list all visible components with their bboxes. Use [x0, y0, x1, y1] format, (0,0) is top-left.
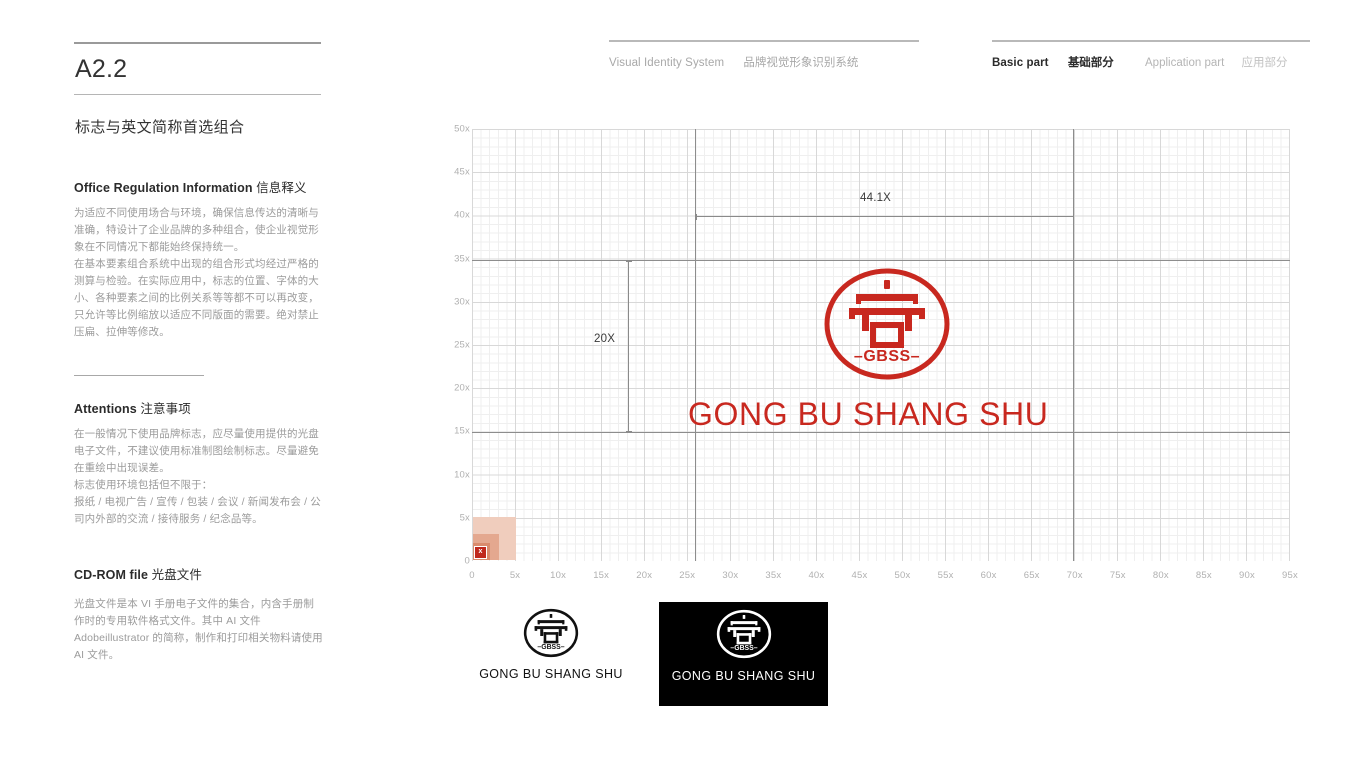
section-heading-en: Attentions — [74, 402, 137, 416]
mono-black-lockup: –GBSS– GONG BU SHANG SHU — [478, 608, 624, 681]
header-rule — [609, 40, 919, 42]
section-divider — [74, 374, 204, 376]
header-part-basic-cn: 基础部分 — [1067, 57, 1114, 69]
header-system-cn: 品牌视觉形象识别系统 — [743, 57, 859, 69]
dimension-line-vertical — [625, 260, 632, 432]
y-axis-tick: 10x — [454, 469, 470, 481]
x-axis-tick: 55x — [937, 570, 954, 581]
x-axis-tick: 45x — [851, 570, 868, 581]
reference-line-h-35x — [472, 260, 1290, 262]
x-axis-tick: 70x — [1066, 570, 1083, 581]
paragraph: 报纸 / 电视广告 / 宣传 / 包装 / 会议 / 新闻发布会 / 公司内外部… — [74, 496, 321, 525]
unit-swatch-label: x — [478, 548, 483, 555]
section-attentions: Attentions 注意事项 在一般情况下使用品牌标志，应尽量使用提供的光盘电… — [74, 374, 324, 529]
y-axis-tick: 45x — [454, 166, 470, 178]
dimension-label-vertical: 20X — [594, 333, 616, 345]
section-heading-en: Office Regulation Information — [74, 180, 253, 195]
reference-line-v-25x — [695, 129, 697, 561]
logo-mark-red-icon: –GBSS– — [824, 268, 950, 380]
paragraph: 为适应不同使用场合与环境，确保信息传达的清晰与准确，特设计了企业品牌的多种组合，… — [74, 206, 319, 253]
y-axis-tick: 25x — [454, 339, 470, 351]
x-axis-tick: 15x — [593, 570, 610, 581]
y-axis-tick: 15x — [454, 425, 470, 437]
section-heading-en: CD-ROM file — [74, 568, 149, 582]
x-axis-tick: 30x — [722, 570, 739, 581]
section-cdrom-file: CD-ROM file 光盘文件 光盘文件是本 VI 手册电子文件的集合，内含手… — [74, 564, 324, 664]
section-body: 光盘文件是本 VI 手册电子文件的集合，内含手册制作时的专用软件格式文件。其中 … — [74, 596, 324, 664]
reference-line-v-70x — [1073, 129, 1075, 561]
x-axis-tick: 90x — [1238, 570, 1255, 581]
x-axis-tick: 35x — [765, 570, 782, 581]
x-axis-tick: 40x — [808, 570, 825, 581]
header-group-parts: Basic part 基础部分 Application part 应用部分 — [992, 40, 1310, 70]
paragraph: 光盘文件是本 VI 手册电子文件的集合，内含手册制作时的专用软件格式文件。其中 … — [74, 598, 323, 661]
x-axis-tick: 85x — [1195, 570, 1212, 581]
page-subtitle: 标志与英文简称首选组合 — [75, 118, 245, 136]
page-code: A2.2 — [75, 55, 128, 83]
section-heading-cn: 注意事项 — [140, 402, 191, 416]
section-body: 在一般情况下使用品牌标志，应尽量使用提供的光盘电子文件，不建议使用标准制图绘制标… — [74, 426, 324, 528]
chart-y-axis: 0 5x 10x 15x 20x 25x 30x 35x 40x 45x 50x — [430, 124, 470, 567]
section-heading: Attentions 注意事项 — [74, 398, 324, 417]
section-heading: Office Regulation Information 信息释义 — [74, 177, 324, 196]
header-part-application-en: Application part — [1145, 57, 1225, 69]
logo-ring-label: –GBSS– — [854, 348, 920, 365]
section-body: 为适应不同使用场合与环境，确保信息传达的清晰与准确，特设计了企业品牌的多种组合，… — [74, 205, 324, 341]
x-axis-tick: 50x — [894, 570, 911, 581]
y-axis-tick: 50x — [454, 123, 470, 135]
x-axis-tick: 25x — [679, 570, 696, 581]
logo-mark-white-icon: –GBSS– — [716, 609, 771, 659]
left-info-column: A2.2 标志与英文简称首选组合 Office Regulation Infor… — [74, 42, 324, 664]
x-axis-tick: 80x — [1152, 570, 1169, 581]
header-part-basic-en: Basic part — [992, 57, 1049, 69]
y-axis-tick: 0 — [464, 555, 470, 567]
primary-logo: –GBSS– — [822, 267, 952, 386]
x-axis-tick: 95x — [1282, 570, 1298, 581]
logo-ring-label: –GBSS– — [537, 644, 564, 651]
header-rule — [992, 40, 1310, 42]
x-axis-tick: 0 — [469, 570, 475, 581]
x-axis-tick: 75x — [1109, 570, 1126, 581]
y-axis-tick: 5x — [459, 512, 470, 524]
header-system-en: Visual Identity System — [609, 57, 725, 69]
y-axis-tick: 40x — [454, 209, 470, 221]
section-heading-cn: 信息释义 — [256, 180, 307, 195]
paragraph: 在一般情况下使用品牌标志，应尽量使用提供的光盘电子文件，不建议使用标准制图绘制标… — [74, 428, 319, 474]
section-office-regulation: Office Regulation Information 信息释义 为适应不同… — [74, 177, 324, 341]
header-part-basic[interactable]: Basic part 基础部分 Application part 应用部分 — [992, 54, 1310, 70]
primary-wordmark: GONG BU SHANG SHU — [688, 396, 1049, 432]
title-top-rule — [74, 42, 321, 44]
y-axis-tick: 35x — [454, 253, 470, 265]
header-group-system: Visual Identity System 品牌视觉形象识别系统 — [609, 40, 919, 70]
y-axis-tick: 30x — [454, 296, 470, 308]
x-axis-tick: 20x — [636, 570, 653, 581]
x-axis-tick: 5x — [509, 570, 521, 581]
section-heading: CD-ROM file 光盘文件 — [74, 564, 324, 583]
paragraph: 在基本要素组合系统中出现的组合形式均经过严格的测算与检验。在实际应用中，标志的位… — [74, 257, 319, 338]
x-axis-tick: 65x — [1023, 570, 1040, 581]
x-axis-tick: 60x — [980, 570, 997, 581]
mono-black-lockup-wordmark: GONG BU SHANG SHU — [479, 667, 623, 681]
unit-swatch-1x: x — [474, 546, 487, 559]
x-axis-tick: 10x — [550, 570, 567, 581]
y-axis-tick: 20x — [454, 382, 470, 394]
title-bottom-rule — [74, 93, 321, 95]
section-heading-cn: 光盘文件 — [151, 568, 202, 582]
header-system-label: Visual Identity System 品牌视觉形象识别系统 — [609, 54, 919, 70]
mono-reverse-lockup: –GBSS– GONG BU SHANG SHU — [659, 602, 828, 706]
paragraph: 标志使用环境包括但不限于： — [74, 479, 213, 491]
dimension-label-horizontal: 44.1X — [860, 192, 892, 204]
dimension-line-horizontal — [695, 213, 1074, 220]
logo-ring-label: –GBSS– — [730, 645, 757, 652]
logo-mark-black-icon: –GBSS– — [523, 608, 579, 658]
mono-reverse-lockup-wordmark: GONG BU SHANG SHU — [671, 669, 816, 683]
chart-x-axis: 0 5x 10x 15x 20x 25x 30x 35x 40x 45x 50x 55x 60x 65x 7… — [469, 570, 1302, 588]
header-part-application-cn: 应用部分 — [1241, 57, 1288, 69]
